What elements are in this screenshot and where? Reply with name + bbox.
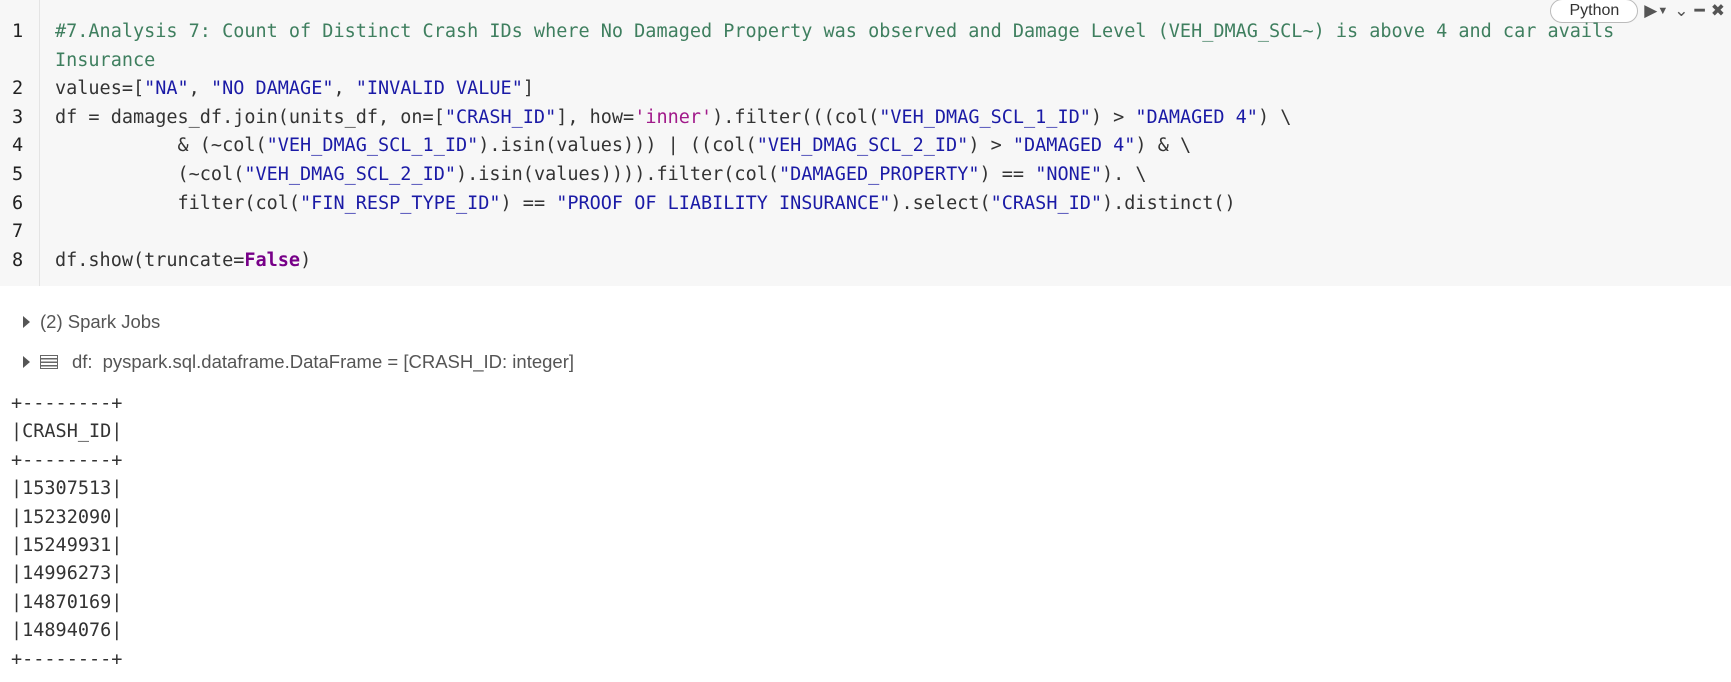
code-text: filter(col("FIN_RESP_TYPE_ID") == "PROOF… bbox=[55, 192, 1236, 214]
code-line: 6 filter(col("FIN_RESP_TYPE_ID") == "PRO… bbox=[0, 190, 1731, 219]
dataframe-schema: pyspark.sql.dataframe.DataFrame = [CRASH… bbox=[102, 351, 575, 372]
line-number: 1 bbox=[12, 21, 24, 42]
line-number: 4 bbox=[12, 135, 24, 157]
code-line: 5 (~col("VEH_DMAG_SCL_2_ID").isin(values… bbox=[0, 161, 1731, 190]
result-table: +--------+ |CRASH_ID| +--------+ |15307513|… bbox=[11, 390, 122, 674]
cell-output: (2) Spark Jobs df: pyspark.sql.dataframe… bbox=[0, 302, 1731, 382]
table-border: +--------+ bbox=[11, 449, 123, 471]
code-line: 2 values=["NA", "NO DAMAGE", "INVALID VA… bbox=[0, 75, 1731, 104]
comment-text-wrap: Insurance bbox=[55, 49, 156, 71]
table-row: |14894076| bbox=[11, 620, 123, 642]
table-header: |CRASH_ID| bbox=[11, 421, 123, 443]
code-text: values=["NA", "NO DAMAGE", "INVALID VALU… bbox=[55, 78, 534, 100]
table-border: +--------+ bbox=[11, 648, 123, 670]
code-text: (~col("VEH_DMAG_SCL_2_ID").isin(values))… bbox=[55, 163, 1147, 185]
code-cell[interactable]: Python ▶ ▼ ⌄ ━ ✖ 1 #7.Analysis 7: Count … bbox=[0, 0, 1731, 286]
code-line: 3 df = damages_df.join(units_df, on=["CR… bbox=[0, 104, 1731, 133]
code-editor[interactable]: 1 #7.Analysis 7: Count of Distinct Crash… bbox=[0, 18, 1731, 275]
code-line-wrap: Insurance bbox=[0, 47, 1731, 76]
line-number: 2 bbox=[12, 78, 24, 100]
spark-jobs-label[interactable]: (2) Spark Jobs bbox=[40, 311, 160, 333]
table-row: |15232090| bbox=[11, 506, 123, 528]
line-number: 5 bbox=[12, 163, 24, 185]
code-line: 8 df.show(truncate=False) bbox=[0, 247, 1731, 276]
table-border: +--------+ bbox=[11, 393, 123, 414]
line-number: 6 bbox=[12, 192, 24, 214]
table-row: |14996273| bbox=[11, 563, 123, 585]
table-row: |15307513| bbox=[11, 478, 123, 500]
code-text: & (~col("VEH_DMAG_SCL_1_ID").isin(values… bbox=[55, 135, 1192, 157]
code-text: df = damages_df.join(units_df, on=["CRAS… bbox=[55, 106, 1292, 128]
line-number: 8 bbox=[12, 249, 24, 271]
comment-text: #7.Analysis 7: Count of Distinct Crash I… bbox=[55, 21, 1615, 42]
code-line: 4 & (~col("VEH_DMAG_SCL_1_ID").isin(valu… bbox=[0, 132, 1731, 161]
dataframe-schema-expander[interactable]: df: pyspark.sql.dataframe.DataFrame = [C… bbox=[0, 342, 1731, 382]
code-text: df.show(truncate=False) bbox=[55, 249, 312, 271]
table-row: |14870169| bbox=[11, 591, 123, 613]
table-row: |15249931| bbox=[11, 535, 123, 557]
code-line: 1 #7.Analysis 7: Count of Distinct Crash… bbox=[0, 18, 1731, 47]
dataframe-name: df: bbox=[72, 351, 93, 372]
code-line: 7 bbox=[0, 218, 1731, 247]
table-icon bbox=[40, 355, 58, 369]
spark-jobs-expander[interactable]: (2) Spark Jobs bbox=[0, 302, 1731, 342]
line-number: 7 bbox=[12, 221, 24, 243]
expand-triangle-icon[interactable] bbox=[23, 316, 30, 328]
line-number: 3 bbox=[12, 106, 24, 128]
expand-triangle-icon[interactable] bbox=[23, 356, 30, 368]
